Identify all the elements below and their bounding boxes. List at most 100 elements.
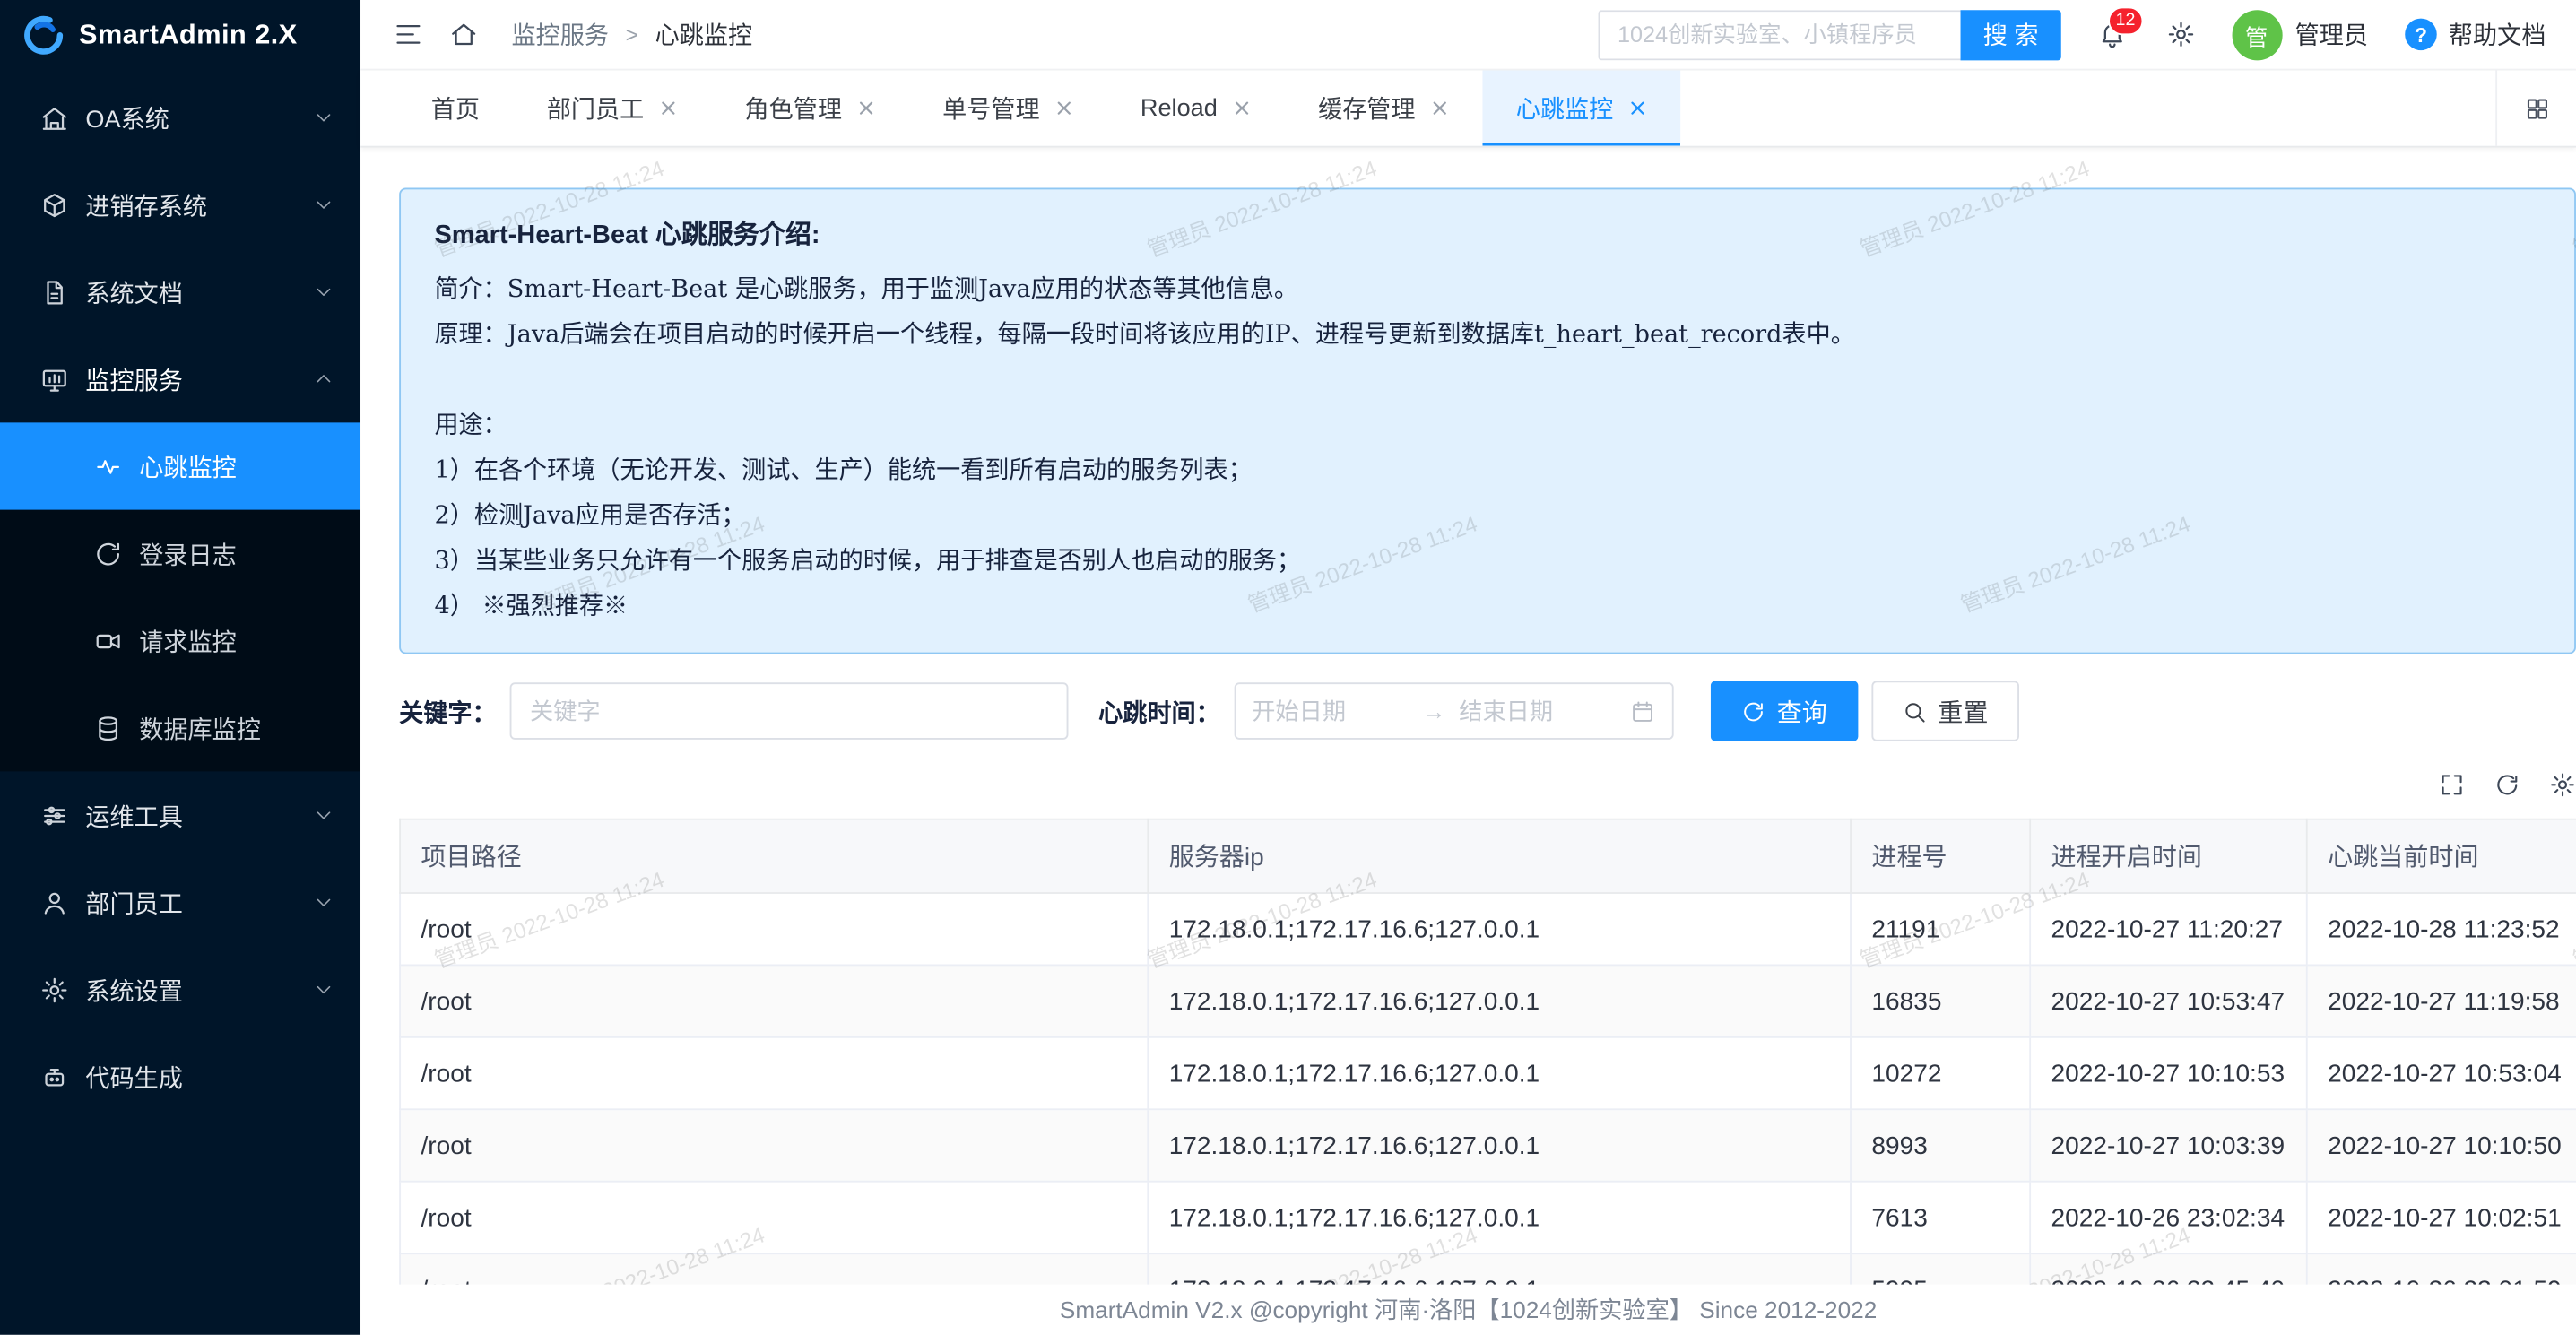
app-title: SmartAdmin 2.X [79,20,298,52]
sidebar-subitem[interactable]: 登录日志 [0,510,360,597]
sidebar-item[interactable]: 部门员工 [0,859,360,946]
sidebar-item[interactable]: 进销存系统 [0,161,360,248]
table-cell: 2022-10-27 10:03:39 [2030,1109,2307,1181]
intro-line: 简介：Smart-Heart-Beat 是心跳服务，用于监测Java应用的状态等… [434,268,2540,314]
keyword-input[interactable] [510,682,1069,740]
tab-label: 缓存管理 [1318,91,1415,126]
camera-icon [94,627,123,655]
intro-line: 1）在各个环境（无论开发、测试、生产）能统一看到所有启动的服务列表； [434,449,2540,495]
sidebar-item-label: 部门员工 [85,885,303,920]
table-cell: 21191 [1851,893,2030,965]
table-row: /root172.18.0.1;172.17.16.6;127.0.0.1102… [400,1037,2576,1109]
breadcrumb: 监控服务 > 心跳监控 [511,17,752,52]
username[interactable]: 管理员 [2295,17,2368,52]
sidebar-item-label: 监控服务 [85,361,303,396]
keyword-label: 关键字： [399,693,496,728]
sidebar-item-label: 系统文档 [85,274,303,309]
notifications-button[interactable]: 12 [2084,20,2139,48]
column-header: 项目路径 [400,819,1148,893]
query-button[interactable]: 查询 [1710,681,1858,741]
sidebar-subitem[interactable]: 数据库监控 [0,684,360,771]
tab[interactable]: 首页 [397,71,513,146]
tab[interactable]: 单号管理 [909,71,1107,146]
intro-lines: 简介：Smart-Heart-Beat 是心跳服务，用于监测Java应用的状态等… [434,268,2540,630]
sidebar-subitem[interactable]: 请求监控 [0,597,360,684]
table-row: /root172.18.0.1;172.17.16.6;127.0.0.1211… [400,893,2576,965]
settings-gear-icon[interactable] [2153,20,2208,48]
table-cell: 2022-10-27 10:53:47 [2030,965,2307,1036]
tab-label: 部门员工 [547,91,644,126]
fullscreen-icon[interactable] [2439,771,2466,798]
refresh-icon [1740,698,1765,724]
heartbeat-icon [94,452,123,481]
sidebar-subitem[interactable]: 心跳监控 [0,422,360,509]
table-row: /root172.18.0.1;172.17.16.6;127.0.0.1899… [400,1109,2576,1181]
logo[interactable]: SmartAdmin 2.X [0,0,360,71]
tab[interactable]: 心跳监控 [1482,71,1680,146]
monitor-icon [40,365,69,394]
table-cell: 2022-10-26 22:45:40 [2030,1253,2307,1285]
table-cell: 2022-10-27 10:02:51 [2307,1182,2576,1253]
chevron-down-icon [314,282,334,301]
tab-label: 单号管理 [942,91,1039,126]
sidebar-item-label: 代码生成 [85,1059,334,1094]
team-icon [40,888,69,916]
table-cell: /root [400,1037,1148,1109]
main-column: 监控服务 > 心跳监控 搜 索 12 管 管理员 ? 帮助文档 首页部门员工 角色… [360,0,2576,1335]
sidebar-item[interactable]: 运维工具 [0,771,360,858]
tab[interactable]: Reload [1106,71,1284,146]
sidebar-item[interactable]: OA系统 [0,74,360,160]
avatar[interactable]: 管 [2232,9,2282,59]
tab-label: Reload [1141,95,1218,122]
intro-panel: Smart-Heart-Beat 心跳服务介绍: 简介：Smart-Heart-… [399,187,2576,654]
reset-button[interactable]: 重置 [1870,681,2018,741]
table-cell: /root [400,1253,1148,1285]
tab-options-button[interactable] [2495,71,2576,146]
sidebar: SmartAdmin 2.X OA系统进销存系统系统文档监控服务心跳监控登录日志… [0,0,360,1335]
tab[interactable]: 缓存管理 [1285,71,1483,146]
bank-icon [40,103,69,132]
filter-row: 关键字： 心跳时间： 开始日期 → 结束日期 查询 重置 [399,681,2576,741]
intro-line: 原理：Java后端会在项目启动的时候开启一个线程，每隔一段时间将该应用的IP、进… [434,314,2540,360]
table-cell: 2022-10-27 11:20:27 [2030,893,2307,965]
footer-text: SmartAdmin V2.x @copyright 河南·洛阳【1024创新实… [1060,1293,1877,1326]
sidebar-item[interactable]: 代码生成 [0,1033,360,1120]
tab[interactable]: 角色管理 [711,71,909,146]
close-icon[interactable] [1430,99,1449,117]
intro-line: 4） ※强烈推荐※ [434,585,2540,631]
refresh-table-icon[interactable] [2494,771,2520,798]
table-cell: 8993 [1851,1109,2030,1181]
database-icon [94,714,123,742]
sidebar-item[interactable]: 系统设置 [0,946,360,1033]
tabbar: 首页部门员工 角色管理单号管理 Reload 缓存管理 心跳监控 [360,71,2576,148]
global-search-input[interactable] [1599,9,1961,59]
close-icon[interactable] [659,99,678,117]
notification-badge: 12 [2107,6,2144,35]
table-cell: 172.18.0.1;172.17.16.6;127.0.0.1 [1148,1182,1851,1253]
home-icon[interactable] [436,20,491,48]
close-icon[interactable] [1233,99,1252,117]
global-search-button[interactable]: 搜 索 [1961,9,2060,59]
intro-line [434,359,2540,404]
close-icon[interactable] [1055,99,1074,117]
tab[interactable]: 部门员工 [513,71,711,146]
sidebar-subitem-label: 心跳监控 [139,448,236,483]
breadcrumb-parent[interactable]: 监控服务 [511,17,608,52]
sidebar-item-label: 进销存系统 [85,187,303,222]
sidebar-submenu: 心跳监控登录日志请求监控数据库监控 [0,422,360,771]
heartbeat-table: 项目路径服务器ip进程号进程开启时间心跳当前时间 /root172.18.0.1… [399,819,2576,1285]
intro-title: Smart-Heart-Beat 心跳服务介绍: [434,214,2540,251]
help-docs-button[interactable]: ? 帮助文档 [2405,17,2546,52]
column-settings-icon[interactable] [2549,771,2576,798]
sidebar-item[interactable]: 监控服务 [0,335,360,422]
table-cell: 172.18.0.1;172.17.16.6;127.0.0.1 [1148,965,1851,1036]
sidebar-item[interactable]: 系统文档 [0,248,360,335]
close-icon[interactable] [857,99,876,117]
robot-icon [40,1062,69,1091]
date-range-picker[interactable]: 开始日期 → 结束日期 [1234,682,1673,740]
close-icon[interactable] [1628,99,1647,117]
table-cell: 2022-10-27 11:19:58 [2307,965,2576,1036]
help-label: 帮助文档 [2449,17,2546,52]
collapse-menu-icon[interactable] [381,20,437,48]
table-cell: 172.18.0.1;172.17.16.6;127.0.0.1 [1148,1037,1851,1109]
